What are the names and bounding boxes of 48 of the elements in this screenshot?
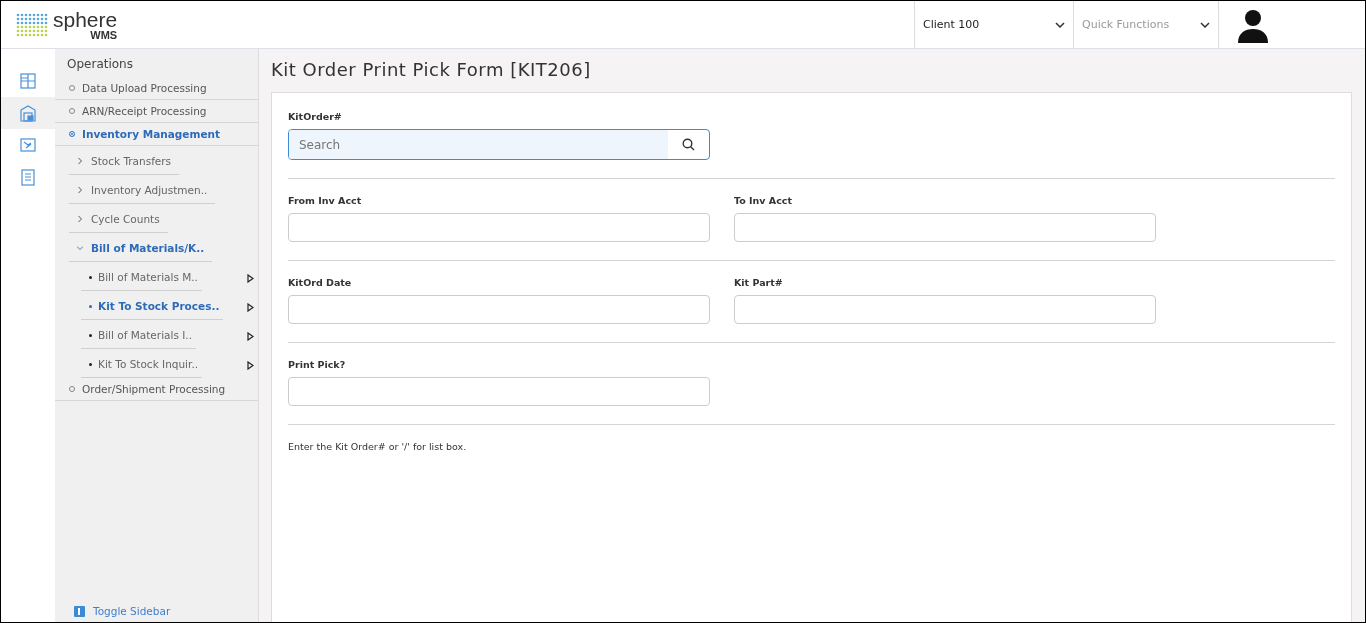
sidebar-item[interactable]: Data Upload Processing [82, 82, 207, 94]
search-icon[interactable] [682, 138, 695, 151]
play-icon[interactable] [247, 332, 254, 341]
field-label: Kit Part# [734, 277, 784, 288]
sidebar-item[interactable]: Stock Transfers [91, 155, 172, 167]
sidebar-item[interactable]: Inventory Management [82, 128, 221, 140]
play-icon[interactable] [247, 303, 254, 312]
sidebar-item[interactable]: Cycle Counts [91, 213, 160, 225]
field-label: KitOrd Date [288, 277, 353, 288]
field-label: Print Pick? [288, 359, 347, 370]
logo-name: sphere [53, 8, 118, 30]
rail-item[interactable] [1, 97, 55, 129]
input-field[interactable] [734, 295, 1156, 324]
play-icon[interactable] [247, 361, 254, 370]
bullet-icon [89, 304, 92, 308]
warehouse-icon [20, 104, 36, 122]
sidebar-item[interactable]: Order/Shipment Processing [82, 383, 226, 395]
sidebar-heading: Operations [66, 57, 134, 73]
sidebar-item[interactable]: Inventory Adjustmen.. [91, 184, 208, 196]
play-icon[interactable] [247, 274, 254, 283]
sidebar-item[interactable]: ARN/Receipt Processing [82, 105, 207, 117]
input-field[interactable] [288, 295, 710, 324]
logo-subtitle: WMS [90, 29, 118, 41]
field-label: To Inv Acct [734, 195, 793, 206]
sidebar-item[interactable]: Kit To Stock Inquir.. [98, 358, 199, 370]
bullet-icon [89, 362, 92, 366]
sidebar-item[interactable]: Bill of Materials I.. [98, 329, 192, 341]
map-icon [20, 136, 36, 154]
field-label: KitOrder# [288, 111, 343, 122]
input-field[interactable] [734, 213, 1156, 242]
input-field[interactable] [288, 213, 710, 242]
page-title: Kit Order Print Pick Form [KIT206] [271, 59, 592, 80]
chevron-down-icon [1200, 21, 1210, 28]
search-field[interactable]: Search [288, 129, 710, 160]
help-text: Enter the Kit Order# or '/' for list box. [288, 441, 468, 452]
sidebar-icon [74, 605, 85, 617]
bullet-icon [89, 275, 92, 279]
toggle-sidebar-button[interactable]: Toggle Sidebar [55, 605, 258, 622]
sidebar-item[interactable]: Bill of Materials M.. [98, 271, 198, 283]
sidebar-item[interactable]: Kit To Stock Proces.. [98, 300, 220, 312]
input-field[interactable] [288, 377, 710, 406]
grid-icon [20, 72, 36, 90]
field-label: From Inv Acct [288, 195, 363, 206]
bullet-icon [89, 333, 92, 337]
clipboard-icon [20, 168, 36, 186]
globe-logo-icon [15, 11, 49, 38]
chevron-down-icon [1055, 21, 1065, 28]
sidebar-item[interactable]: Bill of Materials/K.. [91, 242, 205, 254]
